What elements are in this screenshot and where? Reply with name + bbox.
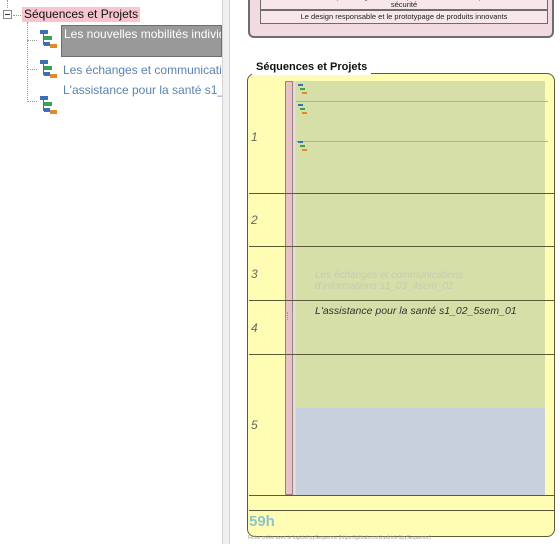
week-number: 3 — [251, 267, 258, 281]
competence-row: L'homme assisté, réparé, augmenté : les … — [260, 0, 548, 10]
section-title: Séquences et Projets — [252, 60, 372, 75]
week-number: 5 — [251, 418, 258, 432]
collapse-icon[interactable] — [3, 10, 12, 19]
footer-note: Fiche créée avec le logiciel pySequence … — [248, 535, 431, 541]
progression-canvas: L'homme assisté, réparé, augmenté : les … — [230, 0, 560, 544]
sequence-icon — [40, 60, 58, 80]
competences-box: L'homme assisté, réparé, augmenté : les … — [248, 0, 554, 38]
tree-guide-line — [13, 15, 21, 16]
week-separator — [249, 510, 554, 511]
tree-root-label[interactable]: Séquences et Projets — [22, 7, 141, 22]
sequence-block-green[interactable] — [296, 81, 545, 408]
sequence-mini-icon[interactable] — [298, 141, 308, 153]
tree-item-assistance[interactable]: L'assistance pour la santé s1_02_5sem_01 — [63, 81, 222, 99]
sequence-icon — [40, 30, 58, 50]
tree-item-label: Les nouvelles mobilités individuelles — [64, 27, 221, 41]
tree-guide-line — [27, 40, 37, 41]
sequence-link — [296, 141, 548, 142]
week-separator — [249, 354, 554, 355]
tree-item-echanges[interactable]: Les échanges et communications d'informa… — [63, 61, 222, 79]
week-separator — [249, 193, 554, 194]
week-separator — [249, 495, 554, 496]
tree-guide-line — [27, 22, 28, 102]
tree-guide-line — [27, 69, 37, 70]
competence-row-text: Le design responsable et le prototypage … — [300, 12, 508, 21]
tree-guide-line — [27, 101, 37, 102]
sequence-label: L'assistance pour la santé s1_02_5sem_01 — [315, 305, 517, 317]
sequence-icon — [40, 96, 58, 116]
period-bar — [285, 81, 293, 495]
week-number: 1 — [251, 130, 258, 144]
sequence-link — [296, 101, 548, 102]
drag-handle[interactable] — [287, 312, 293, 320]
total-hours: 59h — [249, 513, 275, 530]
project-tree-panel: Séquences et Projets Les nouvelles mobil… — [0, 0, 222, 544]
tree-item-label: L'assistance pour la santé s1_02_5sem_01 — [63, 83, 222, 97]
tree-guide-line — [7, 0, 8, 8]
competence-row-text: L'homme assisté, réparé, augmenté : les … — [270, 0, 539, 9]
week-separator — [249, 300, 554, 301]
sequence-mini-icon[interactable] — [298, 84, 308, 96]
week-number: 4 — [251, 321, 258, 335]
tree-item-mobilites[interactable]: Les nouvelles mobilités individuelles — [61, 25, 222, 57]
tree-item-label: Les échanges et communications d'informa… — [63, 63, 222, 77]
panel-splitter[interactable] — [222, 0, 230, 544]
week-number: 2 — [251, 213, 258, 227]
sequence-block-blue[interactable] — [296, 408, 545, 495]
competence-row: Le design responsable et le prototypage … — [260, 10, 548, 24]
week-separator — [249, 246, 554, 247]
ghost-sequence-label: Les échanges et communications d'informa… — [315, 270, 464, 292]
sequence-mini-icon[interactable] — [298, 104, 308, 116]
